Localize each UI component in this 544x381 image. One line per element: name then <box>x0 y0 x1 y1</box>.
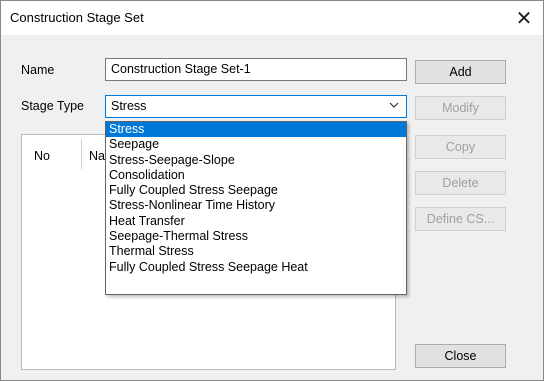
copy-button[interactable]: Copy <box>415 135 506 159</box>
name-label: Name <box>21 63 55 77</box>
chevron-down-icon <box>389 98 399 116</box>
stage-type-label: Stage Type <box>21 99 85 113</box>
dropdown-option[interactable]: Heat Transfer <box>106 214 406 229</box>
column-separator[interactable] <box>81 139 82 169</box>
dropdown-option[interactable]: Fully Coupled Stress Seepage Heat <box>106 260 406 275</box>
column-header-name[interactable]: Na <box>89 149 105 163</box>
dropdown-option[interactable]: Stress-Nonlinear Time History <box>106 198 406 213</box>
stage-type-select[interactable]: Stress <box>105 95 407 118</box>
dropdown-option[interactable]: Seepage-Thermal Stress <box>106 229 406 244</box>
delete-button[interactable]: Delete <box>415 171 506 195</box>
title-bar: Construction Stage Set ✕ <box>1 1 543 35</box>
modify-button[interactable]: Modify <box>415 96 506 120</box>
define-cs-button[interactable]: Define CS... <box>415 207 506 231</box>
construction-stage-set-dialog: Construction Stage Set ✕ Name Constructi… <box>0 0 544 381</box>
column-header-no[interactable]: No <box>34 149 50 163</box>
dropdown-option[interactable]: Consolidation <box>106 168 406 183</box>
stage-type-dropdown-list[interactable]: Stress Seepage Stress-Seepage-Slope Consoli… <box>105 121 407 295</box>
close-icon: ✕ <box>515 7 533 30</box>
dropdown-option[interactable]: Stress-Seepage-Slope <box>106 153 406 168</box>
close-button[interactable]: ✕ <box>507 1 541 35</box>
add-button[interactable]: Add <box>415 60 506 84</box>
dropdown-option[interactable]: Seepage <box>106 137 406 152</box>
dropdown-option[interactable]: Stress <box>106 122 406 138</box>
window-title: Construction Stage Set <box>10 10 144 25</box>
stage-type-selected-value: Stress <box>111 99 147 113</box>
close-dialog-button[interactable]: Close <box>415 344 506 368</box>
name-field[interactable]: Construction Stage Set-1 <box>105 58 407 81</box>
dropdown-option[interactable]: Fully Coupled Stress Seepage <box>106 183 406 198</box>
dropdown-option[interactable]: Thermal Stress <box>106 244 406 259</box>
